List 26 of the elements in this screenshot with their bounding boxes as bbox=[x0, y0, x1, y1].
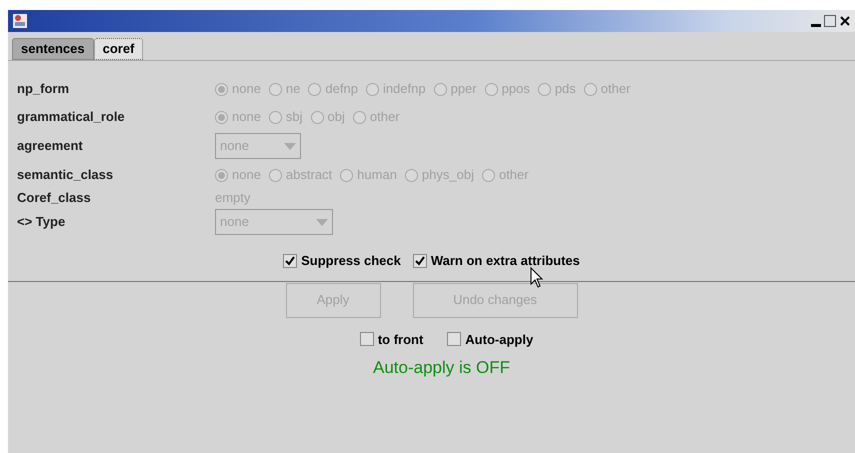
field-label: grammatical_role bbox=[17, 108, 126, 126]
field-label: agreement bbox=[17, 137, 84, 156]
status-text: Auto-apply is OFF bbox=[372, 357, 511, 379]
checkbox[interactable] bbox=[412, 254, 427, 268]
close-icon bbox=[840, 16, 850, 26]
checkmark-icon bbox=[414, 256, 425, 266]
checkbox-label: to front bbox=[378, 330, 424, 348]
checkbox-label: Suppress check bbox=[301, 252, 401, 270]
caret-icon bbox=[316, 218, 328, 226]
field-label: Coref_class bbox=[17, 189, 92, 208]
mouse-cursor-icon bbox=[530, 267, 544, 289]
checkbox[interactable] bbox=[283, 254, 298, 268]
app-icon bbox=[12, 13, 28, 29]
maximize-button[interactable] bbox=[824, 15, 836, 27]
field-label: np_form bbox=[17, 80, 70, 98]
field-label: semantic_class bbox=[17, 166, 114, 184]
checkbox[interactable] bbox=[447, 332, 462, 346]
tab[interactable]: sentences bbox=[12, 38, 94, 60]
checkbox-label: Auto-apply bbox=[465, 330, 534, 349]
tab[interactable]: coref bbox=[94, 38, 144, 60]
close-button[interactable] bbox=[839, 15, 851, 27]
caret-icon bbox=[284, 142, 296, 150]
checkbox[interactable] bbox=[360, 332, 374, 346]
checkmark-icon bbox=[285, 256, 296, 266]
checkbox-label: Warn on extra attributes bbox=[430, 252, 580, 270]
field-label: <> Type bbox=[17, 213, 66, 232]
